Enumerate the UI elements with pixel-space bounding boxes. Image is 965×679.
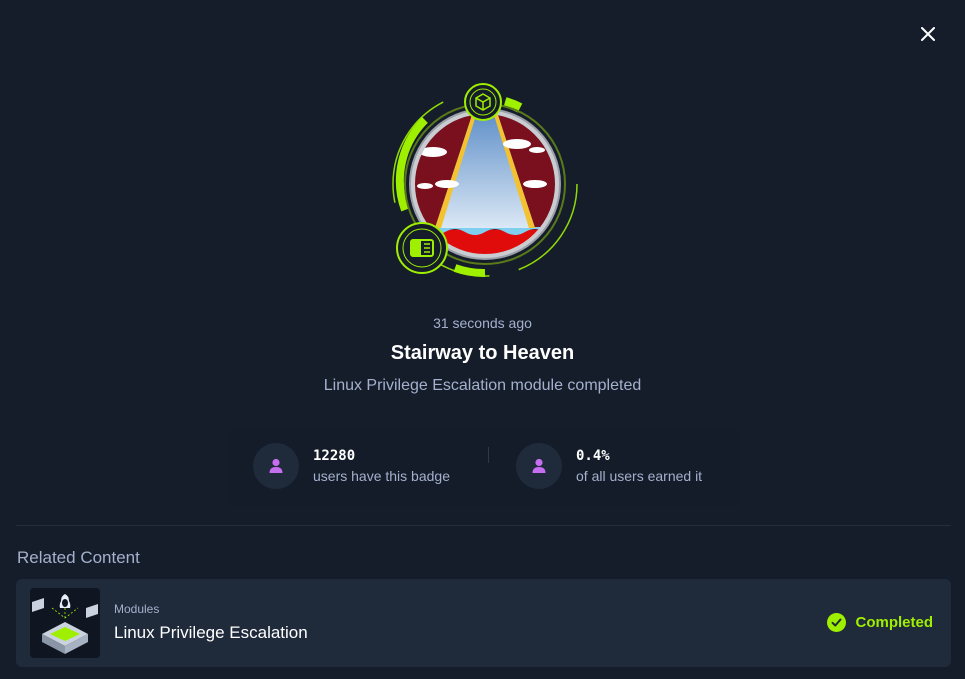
section-divider [16,525,951,526]
user-icon [253,443,299,489]
related-content-heading: Related Content [17,548,140,567]
stairway-badge-icon [392,83,578,278]
completed-status-label: Completed [855,614,933,631]
related-item-card[interactable]: Modules Linux Privilege Escalation Compl… [16,579,951,667]
completed-status-badge: Completed [827,613,933,632]
close-button[interactable] [916,22,940,46]
user-icon [516,443,562,489]
linux-module-icon [30,588,100,658]
badge-description: Linux Privilege Escalation module comple… [323,377,642,394]
related-item-category: Modules [114,602,160,616]
close-icon [921,27,935,41]
users-count-label: users have this badge [313,468,450,484]
badge-image [385,80,585,285]
users-count-value: 12280 [313,448,356,464]
check-circle-icon [827,613,847,632]
percent-label: of all users earned it [576,468,703,484]
badge-title: Stairway to Heaven [390,342,575,364]
badge-time-ago: 31 seconds ago [433,315,532,331]
badge-stats-panel: 12280 users have this badge 0.4% of all … [227,427,740,506]
percent-value: 0.4% [576,448,610,464]
related-item-title[interactable]: Linux Privilege Escalation [114,623,308,643]
stats-divider [488,447,489,463]
